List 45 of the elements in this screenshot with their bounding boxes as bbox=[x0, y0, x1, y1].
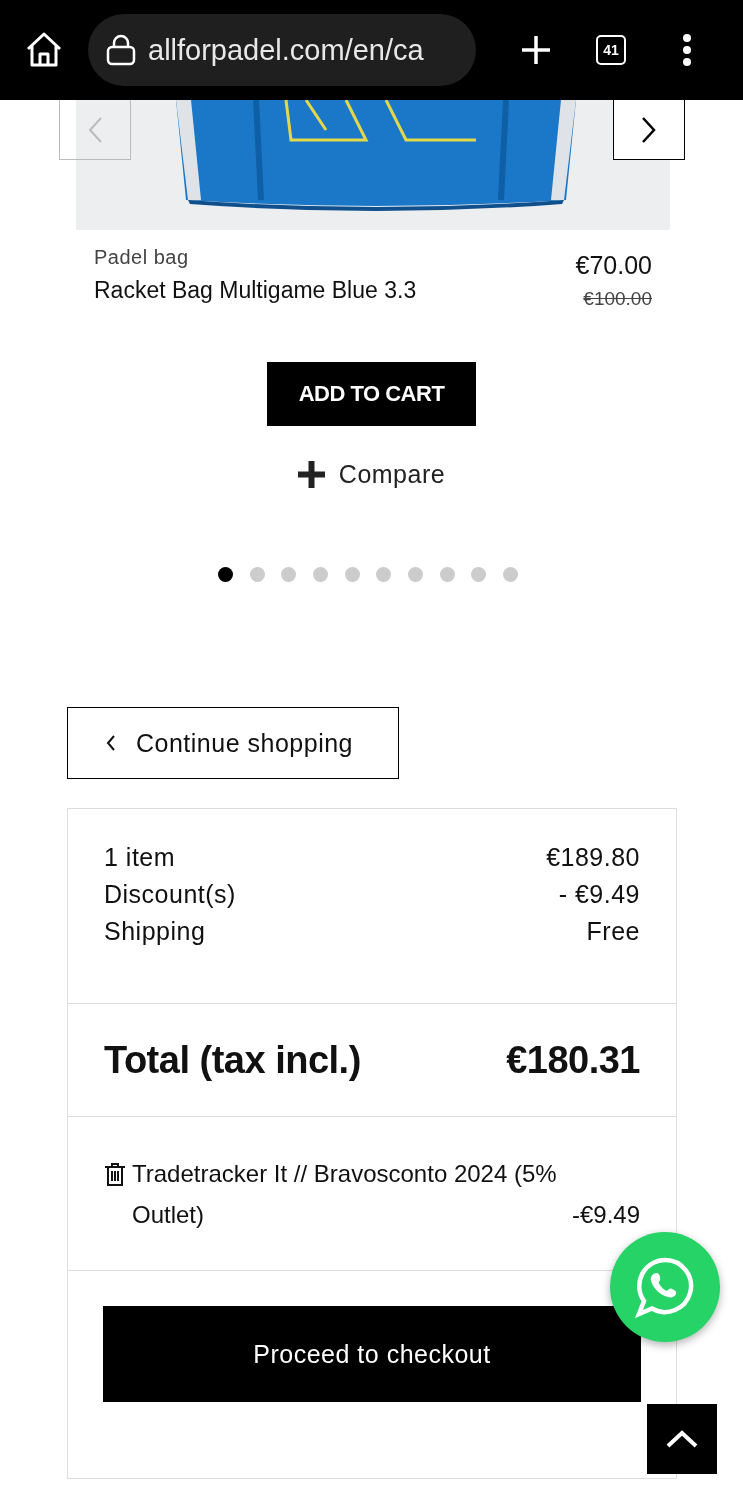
continue-shopping-button[interactable]: Continue shopping bbox=[67, 707, 399, 779]
summary-label: 1 item bbox=[104, 843, 176, 872]
home-icon[interactable] bbox=[24, 30, 64, 70]
carousel-dot[interactable] bbox=[249, 567, 265, 582]
summary-value: €189.80 bbox=[546, 843, 640, 872]
tab-count-button[interactable]: 41 bbox=[596, 35, 626, 65]
summary-label: Discount(s) bbox=[104, 880, 236, 909]
checkout-button[interactable]: Proceed to checkout bbox=[103, 1306, 641, 1402]
menu-icon[interactable] bbox=[682, 34, 692, 66]
previous-button[interactable] bbox=[59, 100, 131, 160]
chevron-left-icon bbox=[87, 115, 103, 144]
summary-value: - €9.49 bbox=[558, 880, 640, 909]
lock-icon bbox=[106, 34, 136, 66]
product-category: Padel bag bbox=[94, 246, 190, 269]
carousel-dot[interactable] bbox=[439, 567, 455, 582]
add-to-cart-button[interactable]: ADD TO CART bbox=[267, 362, 476, 426]
original-price: €100.00 bbox=[582, 288, 652, 310]
back-to-top-button[interactable] bbox=[647, 1404, 717, 1474]
carousel-dot[interactable] bbox=[471, 567, 487, 582]
chevron-right-icon bbox=[641, 115, 657, 144]
trash-icon[interactable] bbox=[104, 1162, 126, 1187]
voucher-name: Tradetracker It // Bravosconto 2024 (5% Outlet) bbox=[132, 1159, 558, 1230]
chat-phone-icon bbox=[635, 1256, 695, 1318]
url-text: allforpadel.com/en/ca bbox=[148, 33, 424, 67]
carousel-dot[interactable] bbox=[503, 567, 519, 582]
next-button[interactable] bbox=[613, 100, 685, 160]
carousel-dot[interactable] bbox=[281, 567, 297, 582]
carousel-dot[interactable] bbox=[376, 567, 392, 582]
product-price: €70.00 bbox=[575, 251, 652, 280]
compare-button[interactable]: Compare bbox=[297, 460, 446, 489]
product-name[interactable]: Racket Bag Multigame Blue 3.3 bbox=[94, 277, 417, 304]
carousel-dot[interactable] bbox=[217, 567, 233, 582]
total-value: €180.31 bbox=[506, 1038, 640, 1082]
address-bar[interactable]: allforpadel.com/en/ca bbox=[88, 14, 476, 86]
chevron-up-icon bbox=[666, 1430, 698, 1448]
total-label: Total (tax incl.) bbox=[104, 1038, 361, 1082]
new-tab-icon[interactable] bbox=[520, 34, 552, 66]
summary-value: Free bbox=[586, 917, 640, 946]
summary-label: Shipping bbox=[104, 917, 206, 946]
carousel-dot[interactable] bbox=[408, 567, 424, 582]
voucher-amount: -€9.49 bbox=[571, 1200, 640, 1230]
carousel-dot[interactable] bbox=[344, 567, 360, 582]
chevron-left-icon bbox=[106, 735, 116, 751]
plus-icon bbox=[297, 461, 325, 488]
carousel-dot[interactable] bbox=[312, 567, 328, 582]
